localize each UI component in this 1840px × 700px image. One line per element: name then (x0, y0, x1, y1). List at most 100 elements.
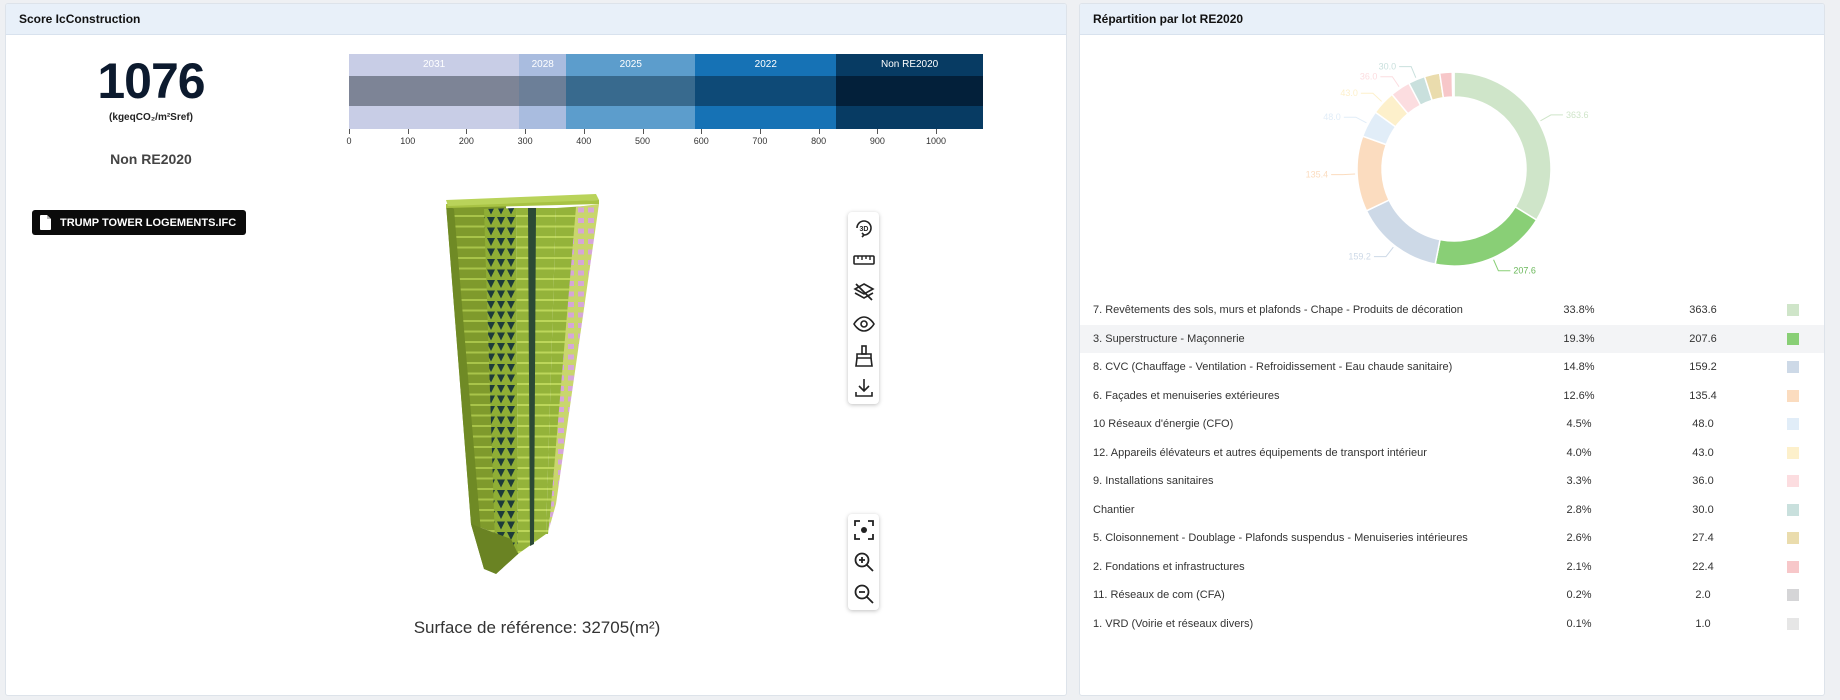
score-value: 1076 (97, 53, 205, 109)
lot-row[interactable]: 9. Installations sanitaires 3.3% 36.0 (1080, 467, 1824, 496)
clean-button[interactable] (848, 340, 879, 372)
scale-segment-label: Non RE2020 (880, 59, 939, 70)
lot-percentage: 4.0% (1566, 446, 1592, 459)
hide-layers-button[interactable] (848, 276, 879, 308)
download-button[interactable] (848, 372, 879, 404)
lot-percentage: 14.8% (1563, 361, 1595, 373)
scale-segment-label: 2028 (531, 59, 554, 70)
lot-color-swatch (1787, 589, 1799, 601)
scale-tick (466, 129, 468, 134)
rotate-3d-button[interactable]: 3D (848, 212, 879, 244)
lot-row[interactable]: Chantier 2.8% 30.0 (1080, 496, 1824, 525)
scale-tick-label: 500 (635, 136, 651, 146)
lot-value: 43.0 (1692, 446, 1714, 459)
scale-lower-band (566, 106, 696, 129)
lot-row[interactable]: 10 Réseaux d'énergie (CFO) 4.5% 48.0 (1080, 410, 1824, 439)
scale-segment: 2028 (519, 54, 567, 129)
scale-tick-label: 600 (693, 136, 709, 146)
scale-segment-label: 2025 (619, 59, 642, 70)
lot-percentage: 2.8% (1566, 503, 1592, 516)
visibility-button[interactable] (848, 308, 879, 340)
scale-segment-label: 2022 (754, 59, 777, 70)
donut-slice[interactable] (1434, 205, 1538, 267)
lot-donut-chart[interactable]: 363.6 207.6 159.2 135.4 48.0 43.036.030.0 (1080, 34, 1825, 284)
donut-slice[interactable] (1452, 71, 1455, 98)
lot-row[interactable]: 8. CVC (Chauffage - Ventilation - Refroi… (1080, 353, 1824, 382)
lot-color-swatch (1787, 332, 1799, 345)
donut-label-line (1343, 116, 1367, 124)
scale-tick (525, 129, 527, 134)
viewer-toolbar: 3D (848, 212, 879, 404)
score-classification: Non RE2020 (110, 151, 192, 167)
lot-name: 12. Appareils élévateurs et autres équip… (1093, 446, 1427, 459)
lot-color-swatch (1787, 532, 1799, 544)
scale-tick-label: 300 (517, 136, 533, 146)
scale-lower-band (519, 106, 567, 129)
building-3d-model[interactable] (436, 194, 656, 584)
donut-slice[interactable] (1453, 71, 1552, 221)
donut-data-label: 159.2 (1348, 252, 1371, 262)
lot-row[interactable]: 3. Superstructure - Maçonnerie 19.3% 207.6 (1080, 324, 1824, 353)
lot-name: 5. Cloisonnement - Doublage - Plafonds s… (1093, 532, 1468, 544)
lot-value: 363.6 (1689, 304, 1717, 316)
lot-percentage: 19.3% (1563, 332, 1595, 345)
lot-row[interactable]: 7. Revêtements des sols, murs et plafond… (1080, 296, 1824, 325)
lot-color-swatch (1787, 446, 1799, 459)
zoom-in-button[interactable] (848, 546, 879, 578)
lot-value: 135.4 (1689, 389, 1717, 402)
donut-label-line (1540, 114, 1563, 122)
scale-tick-label: 700 (752, 136, 768, 146)
scale-tick (583, 129, 585, 134)
brush-icon (854, 345, 873, 367)
scale-tick (936, 129, 938, 134)
lot-value: 1.0 (1695, 617, 1711, 630)
lot-name: 7. Revêtements des sols, murs et plafond… (1093, 304, 1463, 316)
donut-label-line (1380, 76, 1400, 87)
donut-slice[interactable] (1356, 135, 1391, 212)
lot-value: 30.0 (1692, 503, 1714, 516)
lot-value: 48.0 (1692, 418, 1714, 430)
scale-score-band (836, 76, 983, 106)
scale-score-band (349, 76, 520, 106)
ifc-file-name: TRUMP TOWER LOGEMENTS.IFC (60, 216, 237, 229)
lot-percentage: 4.5% (1566, 418, 1592, 430)
scale-lower-band (349, 106, 520, 129)
scale-tick (877, 129, 879, 134)
scale-tick (759, 129, 761, 134)
ifc-file-chip[interactable]: TRUMP TOWER LOGEMENTS.IFC (32, 210, 247, 235)
scale-tick (642, 129, 644, 134)
lot-row[interactable]: 12. Appareils élévateurs et autres équip… (1080, 439, 1824, 468)
scale-score-band (566, 76, 696, 106)
lot-row[interactable]: 5. Cloisonnement - Doublage - Plafonds s… (1080, 524, 1824, 553)
lot-row[interactable]: 1. VRD (Voirie et réseaux divers) 0.1% 1.0 (1080, 610, 1824, 639)
zoom-out-button[interactable] (848, 578, 879, 610)
lot-row[interactable]: 2. Fondations et infrastructures 2.1% 22.4 (1080, 553, 1824, 582)
lot-row[interactable]: 6. Façades et menuiseries extérieures 12.… (1080, 382, 1824, 411)
measure-button[interactable] (848, 244, 879, 276)
scale-score-band (519, 76, 567, 106)
scale-tick-label: 800 (811, 136, 827, 146)
rotate-3d-icon: 3D (855, 220, 872, 238)
lot-color-swatch (1787, 617, 1799, 630)
scale-tick-label: 200 (458, 136, 474, 146)
donut-slice[interactable] (1365, 199, 1441, 266)
lot-value: 22.4 (1692, 560, 1714, 573)
lot-value: 159.2 (1689, 361, 1717, 373)
scale-tick-label: 0 (346, 136, 352, 146)
donut-data-label: 363.6 (1566, 110, 1589, 120)
lot-name: Chantier (1093, 503, 1135, 516)
lot-panel-title: Répartition par lot RE2020 (1080, 4, 1824, 35)
donut-data-label: 135.4 (1306, 170, 1329, 180)
lot-color-swatch (1787, 304, 1799, 316)
scale-tick (701, 129, 703, 134)
focus-button[interactable] (848, 514, 879, 546)
lot-percentage: 3.3% (1566, 475, 1592, 487)
lot-percentage: 33.8% (1563, 304, 1595, 316)
scale-score-band (695, 76, 837, 106)
scale-tick-label: 900 (869, 136, 885, 146)
zoom-toolbar (848, 514, 879, 610)
scale-segment: Non RE2020 (836, 54, 983, 129)
donut-data-label: 30.0 (1379, 62, 1397, 72)
lot-name: 1. VRD (Voirie et réseaux divers) (1093, 617, 1254, 630)
lot-row[interactable]: 11. Réseaux de com (CFA) 0.2% 2.0 (1080, 581, 1824, 610)
